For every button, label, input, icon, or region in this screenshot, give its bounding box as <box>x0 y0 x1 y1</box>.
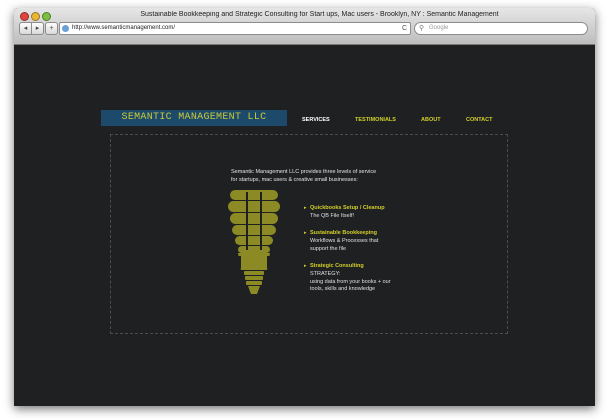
service-description: Workflows & Processes that support the f… <box>310 238 378 253</box>
service-title[interactable]: Quickbooks Setup / Cleanup <box>310 205 385 213</box>
address-bar[interactable]: http://www.semanticmanagement.com/ C <box>59 22 411 35</box>
nav-contact[interactable]: CONTACT <box>466 117 492 123</box>
lightbulb-icon <box>228 190 280 294</box>
service-description: The QB File Itself! <box>310 213 354 221</box>
add-bookmark-button[interactable]: + <box>45 22 58 35</box>
browser-window: Sustainable Bookkeeping and Strategic Co… <box>14 8 595 406</box>
service-description-line: support the file <box>310 245 347 252</box>
service-title[interactable]: Sustainable Bookkeeping <box>310 230 377 238</box>
service-description-line: STRATEGY: <box>310 271 341 277</box>
reload-icon[interactable]: C <box>402 23 407 34</box>
url-text[interactable]: http://www.semanticmanagement.com/ <box>72 23 175 34</box>
nav-services[interactable]: SERVICES <box>302 117 330 123</box>
intro-line: for startups, mac users & creative small… <box>231 176 358 183</box>
search-field[interactable]: ⚲ Google <box>414 22 588 35</box>
intro-line: Semantic Management LLC provides three l… <box>231 169 377 175</box>
browser-toolbar: Sustainable Bookkeeping and Strategic Co… <box>14 8 595 45</box>
service-description: STRATEGY: using data from your books + o… <box>310 271 391 294</box>
minimize-window-button[interactable] <box>31 12 40 21</box>
site-logo[interactable]: SEMANTIC MANAGEMENT LLC <box>101 110 287 126</box>
service-description-line: tools, skills and knowledge <box>310 286 376 292</box>
services-panel <box>110 134 508 334</box>
nav-testimonials[interactable]: TESTIMONIALS <box>355 117 396 123</box>
intro-text: Semantic Management LLC provides three l… <box>231 169 391 184</box>
nav-about[interactable]: ABOUT <box>421 117 441 123</box>
window-title: Sustainable Bookkeeping and Strategic Co… <box>140 11 499 18</box>
bullet-arrow-icon: ▸ <box>304 230 307 236</box>
service-description-line: using data from your books + our <box>310 278 391 285</box>
search-placeholder[interactable]: Google <box>429 23 448 34</box>
service-title[interactable]: Strategic Consulting <box>310 263 364 271</box>
bullet-arrow-icon: ▸ <box>304 263 307 269</box>
search-icon: ⚲ <box>419 25 425 32</box>
forward-button[interactable]: ▸ <box>31 22 44 35</box>
globe-icon <box>62 25 69 32</box>
service-description-line: The QB File Itself! <box>310 213 355 219</box>
service-description-line: Workflows & Processes that <box>310 238 379 244</box>
close-window-button[interactable] <box>20 12 29 21</box>
bullet-arrow-icon: ▸ <box>304 205 307 211</box>
zoom-window-button[interactable] <box>42 12 51 21</box>
